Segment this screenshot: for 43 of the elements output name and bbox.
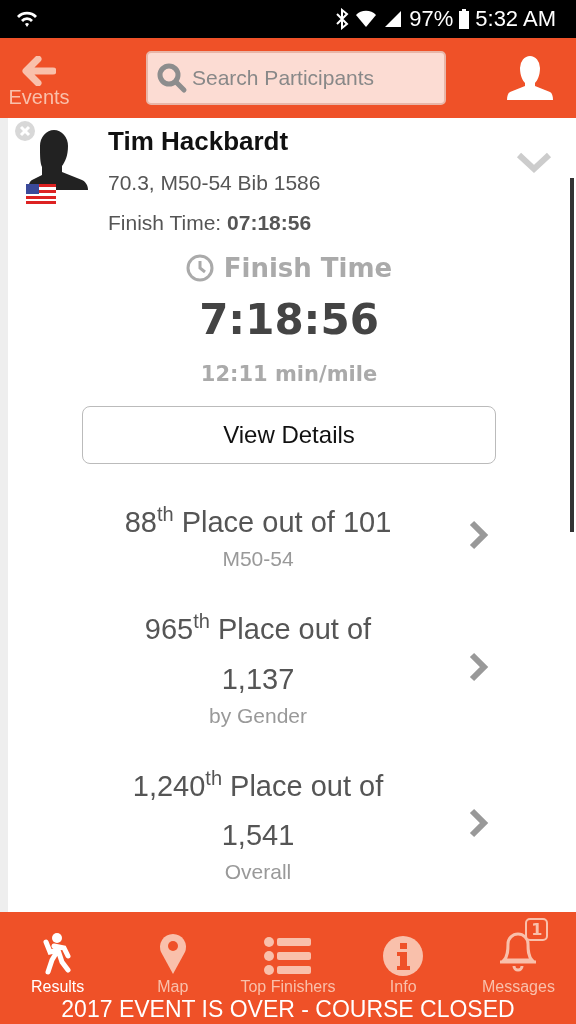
map-pin-icon	[157, 932, 188, 976]
view-details-button[interactable]: View Details	[82, 406, 496, 464]
place-category: by Gender	[208, 703, 308, 728]
wifi-icon	[355, 9, 378, 29]
info-icon	[383, 936, 424, 976]
pace: 12:11 min/mile	[200, 362, 378, 386]
finish-time: 7:18:56	[199, 295, 379, 344]
place-text: 88$^{th}$ Place out of 101	[124, 502, 392, 540]
place-row[interactable]: 965$^{th}$ Place out of 1,137 by Gender	[8, 605, 570, 728]
place-row[interactable]: 1,240$^{th}$ Place out of 1,541 Overall	[8, 761, 570, 885]
place-category: M50-54	[222, 547, 294, 572]
battery-icon	[459, 9, 470, 29]
nav-tab[interactable]: 1 Messages	[460, 912, 576, 996]
place-category: Overall	[224, 860, 292, 885]
chevron-down-icon[interactable]	[516, 152, 552, 174]
us-flag-icon	[26, 184, 56, 204]
search-field[interactable]: Search Participants	[146, 51, 446, 105]
chevron-right-icon	[468, 650, 490, 683]
nav-tab[interactable]: Top Finishers	[230, 912, 346, 996]
close-icon[interactable]	[14, 120, 36, 142]
nav-tab[interactable]: Map	[115, 912, 231, 996]
athlete-details: 70.3, M50-54 Bib 1586	[108, 171, 322, 195]
back-button[interactable]: Events	[4, 47, 74, 109]
bluetooth-icon	[335, 8, 350, 30]
clock: 5:32 AM	[475, 6, 556, 32]
athlete-name: Tim Hackbardt	[108, 126, 290, 157]
finish-time-value: 07:18:56	[227, 211, 312, 234]
clock-icon	[185, 254, 214, 282]
place-text: 1,240$^{th}$ Place out of 1,541	[131, 766, 385, 854]
message-count-badge: 1	[525, 918, 549, 941]
finish-time-label: Finish Time:	[108, 211, 222, 234]
list-icon	[263, 936, 313, 976]
signal-icon	[383, 9, 404, 29]
event-status-message: 2017 EVENT IS OVER - COURSE CLOSED	[60, 996, 516, 1023]
chevron-right-icon	[468, 518, 490, 551]
battery-percent: 97%	[409, 6, 454, 32]
finish-time-heading: Finish Time	[223, 253, 393, 283]
nav-tab[interactable]: Results	[0, 912, 116, 996]
arrow-left-icon	[22, 55, 56, 86]
place-text: 965$^{th}$ Place out of 1,137	[143, 609, 373, 697]
chevron-right-icon	[468, 807, 490, 840]
place-row[interactable]: 88$^{th}$ Place out of 101 M50-54	[8, 498, 570, 572]
nav-tab[interactable]: Info	[345, 912, 461, 996]
